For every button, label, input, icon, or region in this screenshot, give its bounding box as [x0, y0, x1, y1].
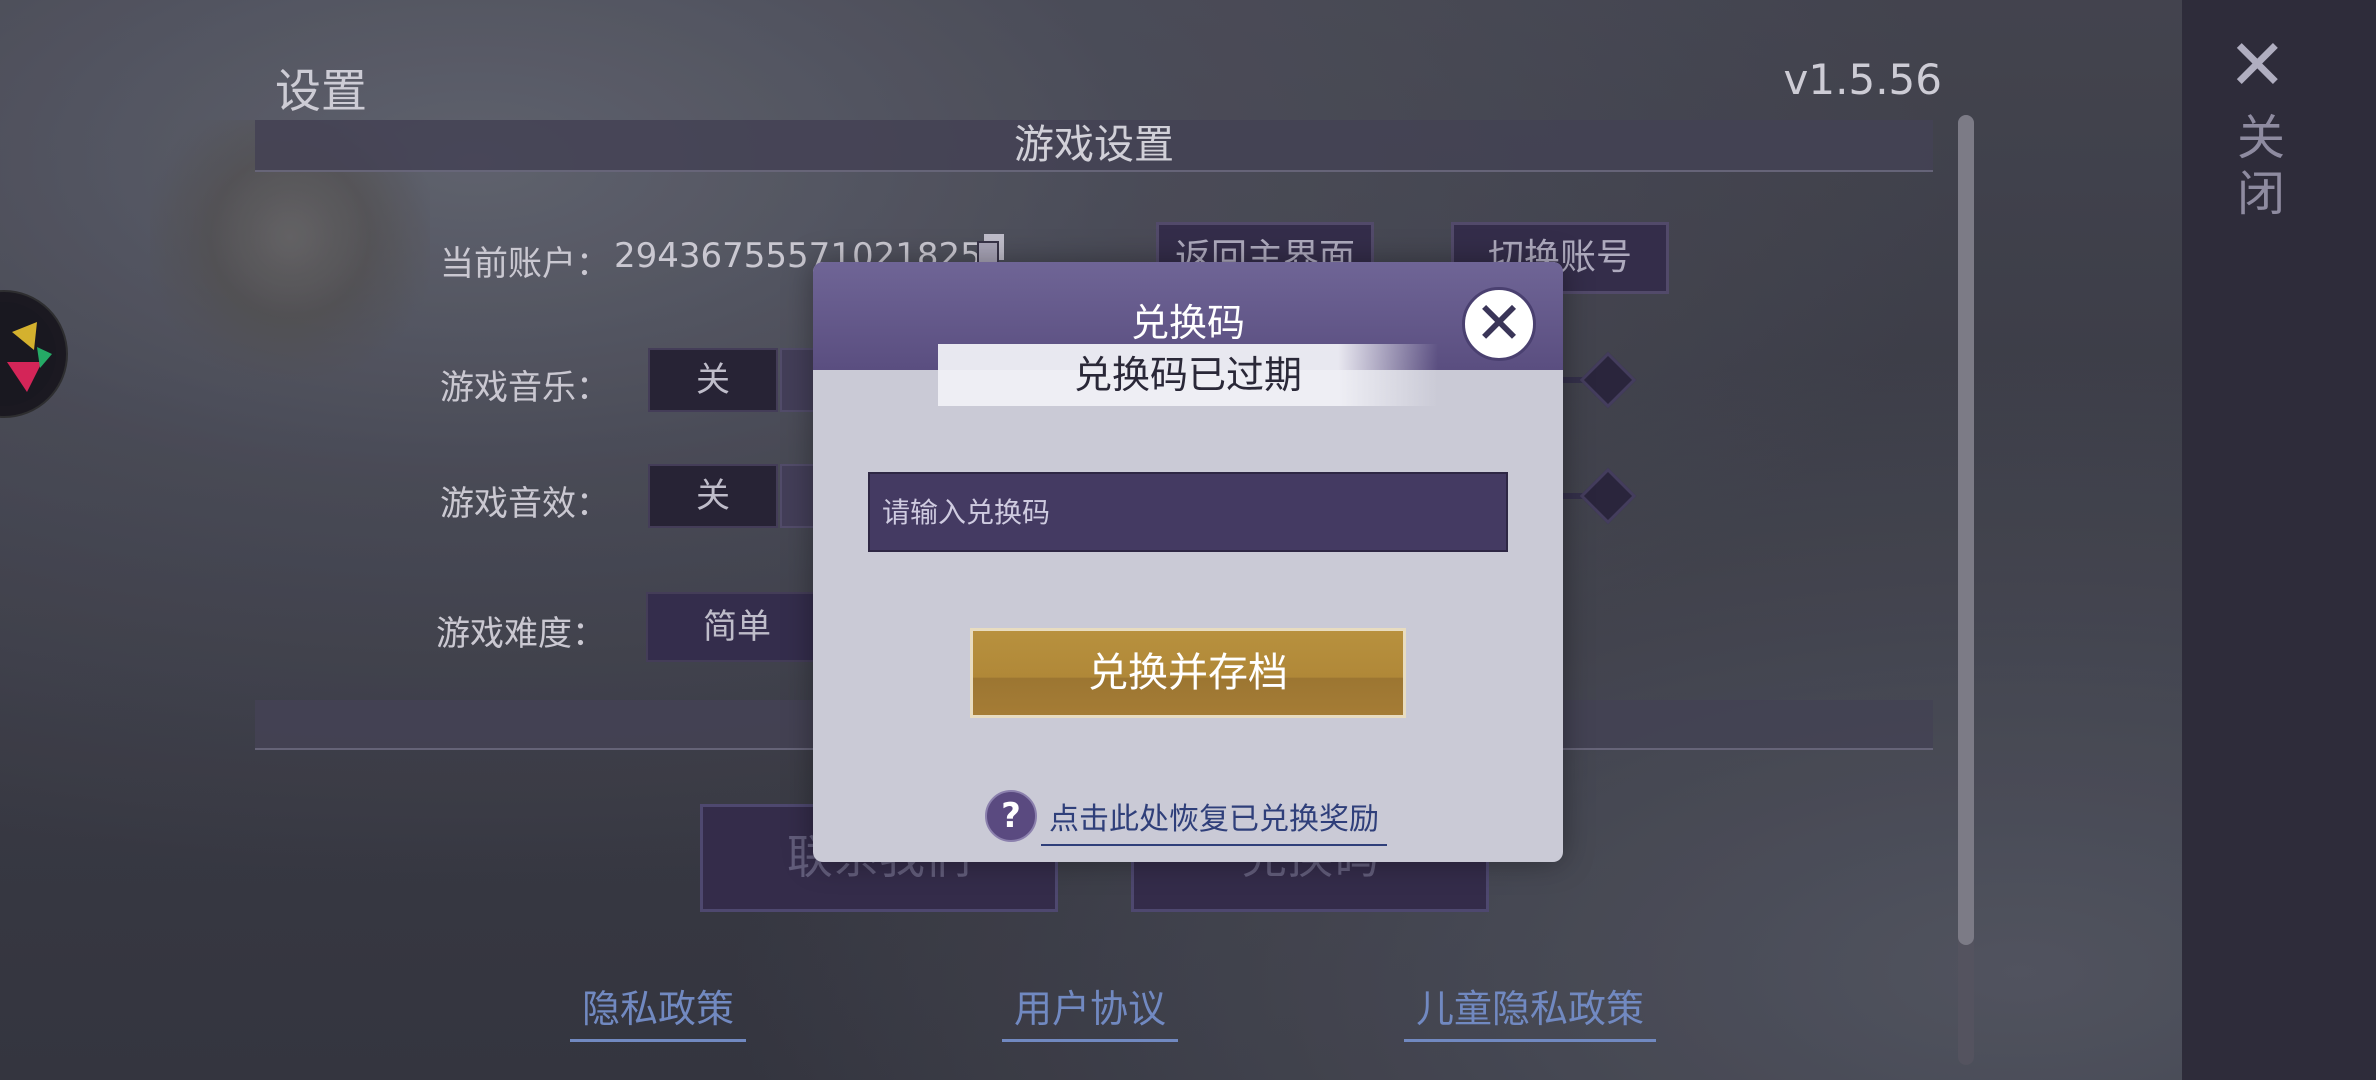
restore-rewards-link[interactable]: 点击此处恢复已兑换奖励: [1041, 794, 1387, 846]
redeem-and-save-button[interactable]: 兑换并存档: [970, 628, 1406, 718]
close-label[interactable]: 关闭: [2233, 110, 2289, 222]
close-icon[interactable]: ✕: [2228, 30, 2287, 100]
dialog-close-icon[interactable]: ✕: [1462, 287, 1536, 361]
help-icon[interactable]: ?: [985, 790, 1037, 842]
redeem-code-dialog: 兑换码 ✕ 兑换码已过期 兑换并存档 ? 点击此处恢复已兑换奖励: [813, 262, 1563, 862]
redeem-code-input[interactable]: [868, 472, 1508, 552]
dialog-title: 兑换码: [1130, 301, 1245, 345]
expired-toast: 兑换码已过期: [938, 344, 1438, 406]
